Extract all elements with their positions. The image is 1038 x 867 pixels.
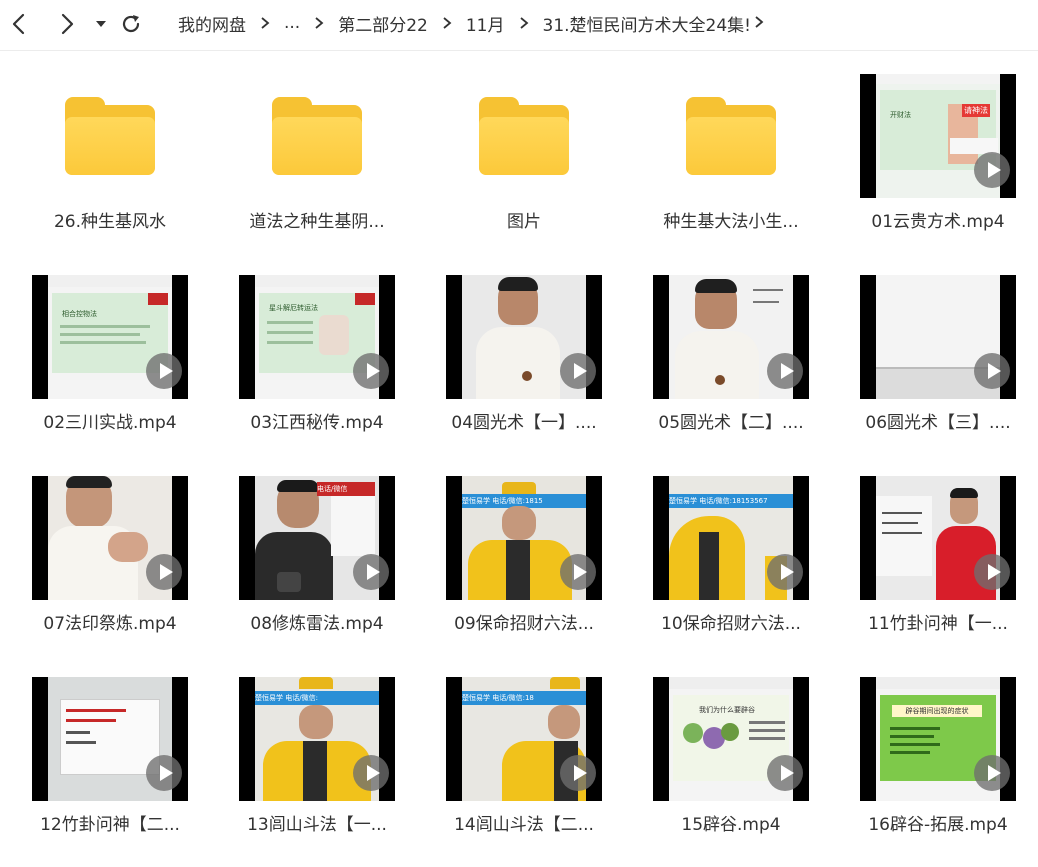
file-name: 07法印祭炼.mp4 (43, 614, 177, 634)
play-icon (560, 353, 596, 389)
file-item-folder[interactable]: 道法之种生基阴... (217, 74, 417, 264)
thumb-banner: 楚恒易学 电话/微信:18 (462, 691, 586, 705)
play-icon (146, 353, 182, 389)
folder-thumb (10, 74, 210, 198)
folder-icon (686, 97, 776, 175)
thumb-caption: 相合控物法 (62, 310, 97, 318)
file-name: 图片 (507, 212, 541, 232)
play-icon (560, 554, 596, 590)
thumb-caption: 我们为什么要辟谷 (699, 706, 755, 714)
thumb-banner: 电话/微信 (317, 482, 375, 496)
video-thumbnail: 楚恒易学 电话/微信: (239, 677, 395, 801)
video-thumbnail (860, 275, 1016, 399)
file-item-video[interactable]: 请神法 开财法 01云贵方术.mp4 (838, 74, 1038, 264)
folder-thumb (217, 74, 417, 198)
video-thumbnail: 楚恒易学 电话/微信:18 (446, 677, 602, 801)
folder-icon (272, 97, 362, 175)
file-item-folder[interactable]: 图片 (424, 74, 624, 264)
file-item-video[interactable]: 12竹卦问神【二... (10, 677, 210, 867)
file-item-video[interactable]: 楚恒易学 电话/微信:18 14闾山斗法【二... (424, 677, 624, 867)
file-name: 03江西秘传.mp4 (250, 413, 384, 433)
file-item-folder[interactable]: 种生基大法小生... (631, 74, 831, 264)
thumb-caption: 开财法 (890, 111, 911, 119)
file-name: 种生基大法小生... (663, 212, 799, 232)
file-item-video[interactable]: 楚恒易学 电话/微信:18153567 10保命招财六法... (631, 476, 831, 666)
play-icon (353, 353, 389, 389)
play-icon (146, 755, 182, 791)
video-thumbnail (446, 275, 602, 399)
file-name: 道法之种生基阴... (249, 212, 385, 232)
video-thumbnail: 辟谷期间出现的症状 (860, 677, 1016, 801)
video-thumbnail: 相合控物法 (32, 275, 188, 399)
folder-thumb (424, 74, 624, 198)
video-thumbnail: 楚恒易学 电话/微信:1815 (446, 476, 602, 600)
video-thumbnail (32, 476, 188, 600)
file-item-video[interactable]: 相合控物法 02三川实战.mp4 (10, 275, 210, 465)
play-icon (767, 755, 803, 791)
play-icon (974, 152, 1010, 188)
file-item-video[interactable]: 07法印祭炼.mp4 (10, 476, 210, 666)
play-icon (767, 554, 803, 590)
file-item-video[interactable]: 我们为什么要辟谷 15辟谷.mp4 (631, 677, 831, 867)
file-item-video[interactable]: 星斗解厄转运法 03江西秘传.mp4 (217, 275, 417, 465)
video-thumbnail: 星斗解厄转运法 (239, 275, 395, 399)
file-name: 10保命招财六法... (661, 614, 801, 634)
file-name: 16辟谷-拓展.mp4 (868, 815, 1008, 835)
file-item-video[interactable]: 05圆光术【二】.... (631, 275, 831, 465)
file-name: 14闾山斗法【二... (454, 815, 594, 835)
file-item-folder[interactable]: 26.种生基风水 (10, 74, 210, 264)
play-icon (353, 554, 389, 590)
video-thumbnail (653, 275, 809, 399)
file-name: 13闾山斗法【一... (247, 815, 387, 835)
video-thumbnail (860, 476, 1016, 600)
file-name: 05圆光术【二】.... (658, 413, 804, 433)
file-name: 15辟谷.mp4 (681, 815, 781, 835)
file-item-video[interactable]: 电话/微信 08修炼雷法.mp4 (217, 476, 417, 666)
video-thumbnail: 电话/微信 (239, 476, 395, 600)
file-item-video[interactable]: 11竹卦问神【一... (838, 476, 1038, 666)
file-item-video[interactable]: 辟谷期间出现的症状 16辟谷-拓展.mp4 (838, 677, 1038, 867)
thumb-banner: 请神法 (962, 104, 990, 117)
file-name: 04圆光术【一】.... (451, 413, 597, 433)
play-icon (767, 353, 803, 389)
file-grid: 26.种生基风水 道法之种生基阴... 图片 种生基大法小生... 请神法 开财… (0, 0, 1038, 853)
video-thumbnail: 我们为什么要辟谷 (653, 677, 809, 801)
file-name: 06圆光术【三】.... (865, 413, 1011, 433)
folder-icon (479, 97, 569, 175)
video-thumbnail: 楚恒易学 电话/微信:18153567 (653, 476, 809, 600)
file-item-video[interactable]: 04圆光术【一】.... (424, 275, 624, 465)
file-item-video[interactable]: 楚恒易学 电话/微信: 13闾山斗法【一... (217, 677, 417, 867)
video-thumbnail (32, 677, 188, 801)
thumb-banner: 楚恒易学 电话/微信: (255, 691, 379, 705)
file-name: 01云贵方术.mp4 (871, 212, 1005, 232)
thumb-caption: 辟谷期间出现的症状 (892, 705, 982, 717)
play-icon (353, 755, 389, 791)
file-item-video[interactable]: 楚恒易学 电话/微信:1815 09保命招财六法... (424, 476, 624, 666)
folder-icon (65, 97, 155, 175)
file-name: 11竹卦问神【一... (868, 614, 1008, 634)
play-icon (974, 353, 1010, 389)
play-icon (974, 554, 1010, 590)
play-icon (146, 554, 182, 590)
file-name: 09保命招财六法... (454, 614, 594, 634)
file-name: 08修炼雷法.mp4 (250, 614, 384, 634)
file-item-video[interactable]: 06圆光术【三】.... (838, 275, 1038, 465)
file-name: 02三川实战.mp4 (43, 413, 177, 433)
thumb-caption: 星斗解厄转运法 (269, 304, 318, 312)
file-name: 12竹卦问神【二... (40, 815, 180, 835)
folder-thumb (631, 74, 831, 198)
play-icon (560, 755, 596, 791)
play-icon (974, 755, 1010, 791)
video-thumbnail: 请神法 开财法 (860, 74, 1016, 198)
file-name: 26.种生基风水 (53, 212, 167, 232)
thumb-banner: 楚恒易学 电话/微信:18153567 (669, 494, 793, 508)
